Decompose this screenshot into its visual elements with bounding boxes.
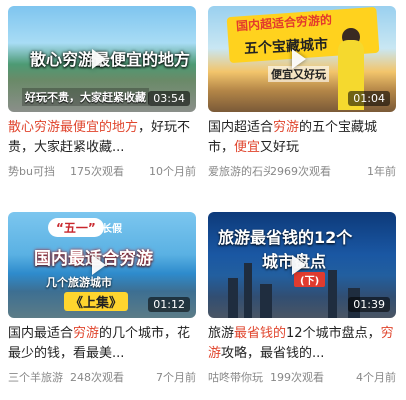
thumbnail-caption: 旅游最省钱的12个: [218, 228, 353, 247]
view-count: 175次观看: [70, 165, 124, 178]
video-thumbnail[interactable]: 散心穷游最便宜的地方 好玩不贵，大家赶紧收藏 03:54: [8, 6, 196, 112]
author-name[interactable]: 咕咚带你玩: [208, 369, 270, 385]
video-card[interactable]: 旅游最省钱的12个 城市盘点 (下) 01:39 旅游最省钱的12个城市盘点，穷…: [208, 212, 396, 385]
title-text: 旅游: [208, 326, 235, 341]
building-shape: [260, 284, 272, 318]
author-name[interactable]: 爱旅游的石头: [208, 163, 270, 179]
video-card[interactable]: 散心穷游最便宜的地方 好玩不贵，大家赶紧收藏 03:54 散心穷游最便宜的地方，…: [8, 6, 196, 179]
video-meta: 咕咚带你玩 199次观看 4个月前: [208, 369, 396, 385]
author-name[interactable]: 三个羊旅游: [8, 369, 70, 385]
video-meta: 三个羊旅游 248次观看 7个月前: [8, 369, 196, 385]
video-card[interactable]: 国内超适合穷游的 五个宝藏城市 便宜又好玩 01:04 国内超适合穷游的五个宝藏…: [208, 6, 396, 179]
title-text: 12个城市盘点，: [286, 326, 381, 341]
title-text: 又好玩: [260, 140, 300, 155]
video-thumbnail[interactable]: 国内超适合穷游的 五个宝藏城市 便宜又好玩 01:04: [208, 6, 396, 112]
play-icon[interactable]: [92, 255, 106, 275]
title-highlight: 穷游: [73, 326, 100, 341]
thumbnail-caption: 小长假: [92, 224, 122, 235]
thumbnail-caption: 《上集》: [64, 292, 129, 311]
building-shape: [244, 263, 252, 318]
video-title[interactable]: 国内最适合穷游的几个城市，花最少的钱，看最美...: [8, 324, 196, 364]
title-text: 攻略，最省钱的...: [221, 346, 325, 361]
duration-badge: 01:39: [348, 297, 390, 312]
video-meta: 势bu可挡 175次观看 10个月前: [8, 163, 196, 179]
video-meta: 爱旅游的石头 2969次观看 1年前: [208, 163, 396, 179]
title-highlight: 最省钱的: [234, 326, 287, 341]
thumbnail-caption: 几个旅游城市: [46, 276, 112, 289]
duration-badge: 01:12: [148, 297, 190, 312]
thumbnail-caption: 散心穷游最便宜的地方: [30, 50, 191, 69]
view-count: 248次观看: [70, 371, 124, 384]
video-card[interactable]: “五一” 小长假 国内最适合穷游 几个旅游城市 《上集》 01:12 国内最适合…: [8, 212, 196, 385]
building-shape: [328, 270, 337, 318]
video-thumbnail[interactable]: 旅游最省钱的12个 城市盘点 (下) 01:39: [208, 212, 396, 318]
title-highlight: 穷游: [273, 120, 300, 135]
video-title[interactable]: 国内超适合穷游的五个宝藏城市，便宜又好玩: [208, 118, 396, 158]
title-text: 国内最适合: [8, 326, 74, 341]
video-thumbnail[interactable]: “五一” 小长假 国内最适合穷游 几个旅游城市 《上集》 01:12: [8, 212, 196, 318]
author-name[interactable]: 势bu可挡: [8, 163, 70, 179]
publish-time: 1年前: [367, 165, 396, 178]
duration-badge: 03:54: [148, 91, 190, 106]
play-icon[interactable]: [292, 49, 306, 69]
title-highlight: 便宜: [234, 140, 261, 155]
publish-time: 10个月前: [149, 165, 196, 178]
play-icon[interactable]: [92, 49, 106, 69]
view-count: 2969次观看: [270, 165, 331, 178]
play-icon[interactable]: [292, 255, 306, 275]
view-count: 199次观看: [270, 371, 324, 384]
video-title[interactable]: 散心穷游最便宜的地方，好玩不贵，大家赶紧收藏...: [8, 118, 196, 158]
publish-time: 7个月前: [156, 371, 196, 384]
building-shape: [228, 278, 238, 318]
duration-badge: 01:04: [348, 91, 390, 106]
thumbnail-caption: 好玩不贵，大家赶紧收藏: [22, 88, 149, 106]
title-highlight: 散心穷游最便宜的地方: [8, 120, 139, 135]
video-grid: 散心穷游最便宜的地方 好玩不贵，大家赶紧收藏 03:54 散心穷游最便宜的地方，…: [0, 0, 406, 400]
publish-time: 4个月前: [356, 371, 396, 384]
title-text: 国内超适合: [208, 120, 274, 135]
video-title[interactable]: 旅游最省钱的12个城市盘点，穷游攻略，最省钱的...: [208, 324, 396, 364]
